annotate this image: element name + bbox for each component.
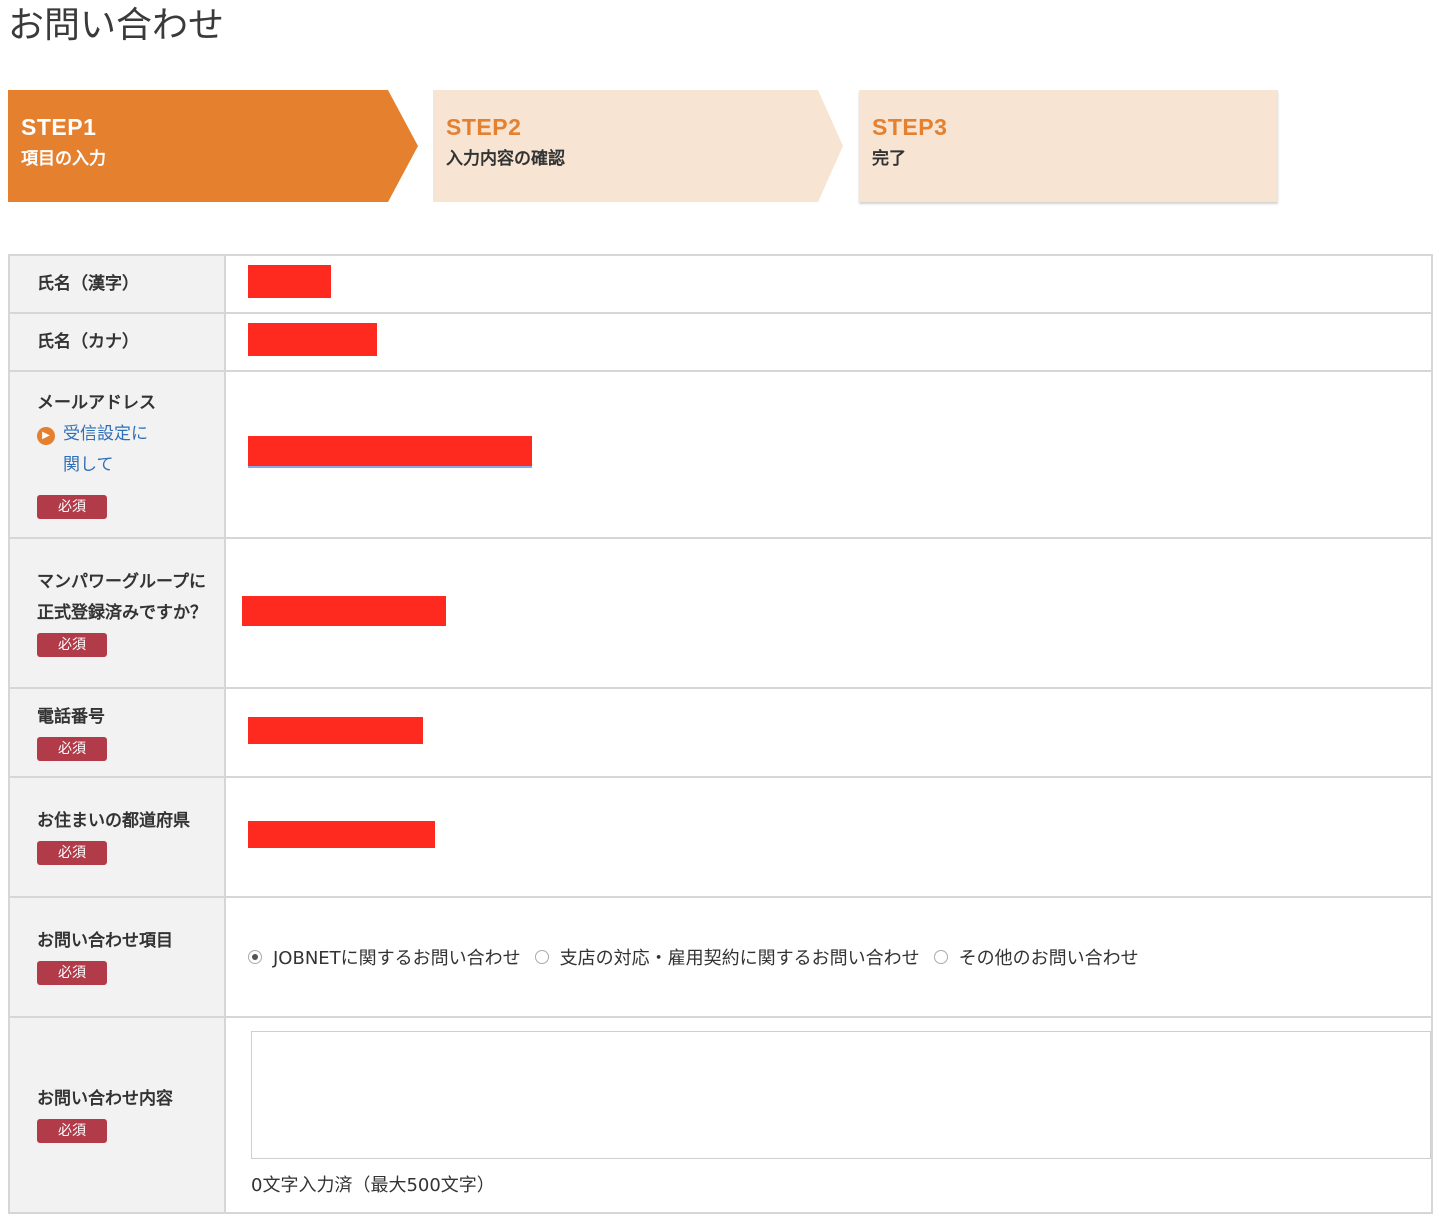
phone-label: 電話番号 必須 [8,687,226,778]
page-title: お問い合わせ [8,5,225,46]
row-inquiry-content: お問い合わせ内容 必須 0文字入力済（最大500文字） [8,1016,1433,1214]
radio-option-other[interactable]: その他のお問い合わせ [933,944,1139,970]
redacted-value [248,436,532,468]
prefecture-label: お住まいの都道府県 必須 [8,776,226,898]
radio-button[interactable] [248,950,262,964]
required-badge: 必須 [37,961,107,985]
row-registered: マンパワーグループに正式登録済みですか？ 必須 [8,537,1433,689]
step-1-number: STEP1 [21,114,97,140]
required-badge: 必須 [37,1119,107,1143]
inquiry-textarea[interactable] [251,1031,1431,1159]
inquiry-content-label: お問い合わせ内容 必須 [8,1016,226,1214]
redacted-value [248,323,377,356]
row-name-kanji: 氏名（漢字） [8,254,1433,314]
radio-option-branch[interactable]: 支店の対応・雇用契約に関するお問い合わせ [534,944,920,970]
redacted-value [242,595,446,626]
step-2-number: STEP2 [446,114,522,140]
registered-label: マンパワーグループに正式登録済みですか？ 必須 [8,537,226,689]
inquiry-type-label: お問い合わせ項目 必須 [8,896,226,1018]
row-phone: 電話番号 必須 [8,687,1433,778]
step-2-label: 入力内容の確認 [446,149,565,169]
redacted-value [248,821,435,848]
step-1: STEP1 項目の入力 [8,90,418,202]
prefecture-field[interactable] [224,776,1433,898]
receive-settings-link[interactable]: ▶ 受信設定に関して [37,419,210,481]
radio-button[interactable] [933,950,948,964]
required-badge: 必須 [37,841,107,865]
contact-form: 氏名（漢字） 氏名（カナ） メールアドレス ▶ 受信設定に関して 必須 マンパワー… [8,254,1433,1214]
radio-option-jobnet[interactable]: JOBNETに関するお問い合わせ [248,944,521,970]
step-progress: STEP1 項目の入力 STEP2 入力内容の確認 STEP3 完了 [8,90,1288,205]
email-label: メールアドレス ▶ 受信設定に関して 必須 [8,370,226,539]
step-3: STEP3 完了 [859,90,1278,202]
email-field[interactable] [224,370,1433,539]
character-counter: 0文字入力済（最大500文字） [251,1175,495,1196]
required-badge: 必須 [37,736,107,761]
inquiry-type-radio-group: JOBNETに関するお問い合わせ 支店の対応・雇用契約に関するお問い合わせ その… [248,944,1431,970]
step-3-label: 完了 [872,149,906,169]
row-prefecture: お住まいの都道府県 必須 [8,776,1433,898]
radio-button[interactable] [534,950,549,964]
phone-field[interactable] [224,687,1433,778]
name-kana-label: 氏名（カナ） [8,312,226,372]
required-badge: 必須 [37,494,107,519]
row-email: メールアドレス ▶ 受信設定に関して 必須 [8,370,1433,539]
inquiry-content-field: 0文字入力済（最大500文字） [224,1016,1433,1214]
name-kanji-field[interactable] [224,254,1433,314]
redacted-value [248,716,423,744]
inquiry-type-field: JOBNETに関するお問い合わせ 支店の対応・雇用契約に関するお問い合わせ その… [224,896,1433,1018]
step-3-number: STEP3 [872,114,948,140]
registered-field[interactable] [224,537,1433,689]
required-badge: 必須 [37,632,107,657]
name-kana-field[interactable] [224,312,1433,372]
play-arrow-icon: ▶ [37,426,55,445]
row-name-kana: 氏名（カナ） [8,312,1433,372]
name-kanji-label: 氏名（漢字） [8,254,226,314]
step-1-label: 項目の入力 [21,149,106,169]
row-inquiry-type: お問い合わせ項目 必須 JOBNETに関するお問い合わせ 支店の対応・雇用契約に… [8,896,1433,1018]
redacted-value [248,265,331,298]
step-2: STEP2 入力内容の確認 [433,90,843,202]
